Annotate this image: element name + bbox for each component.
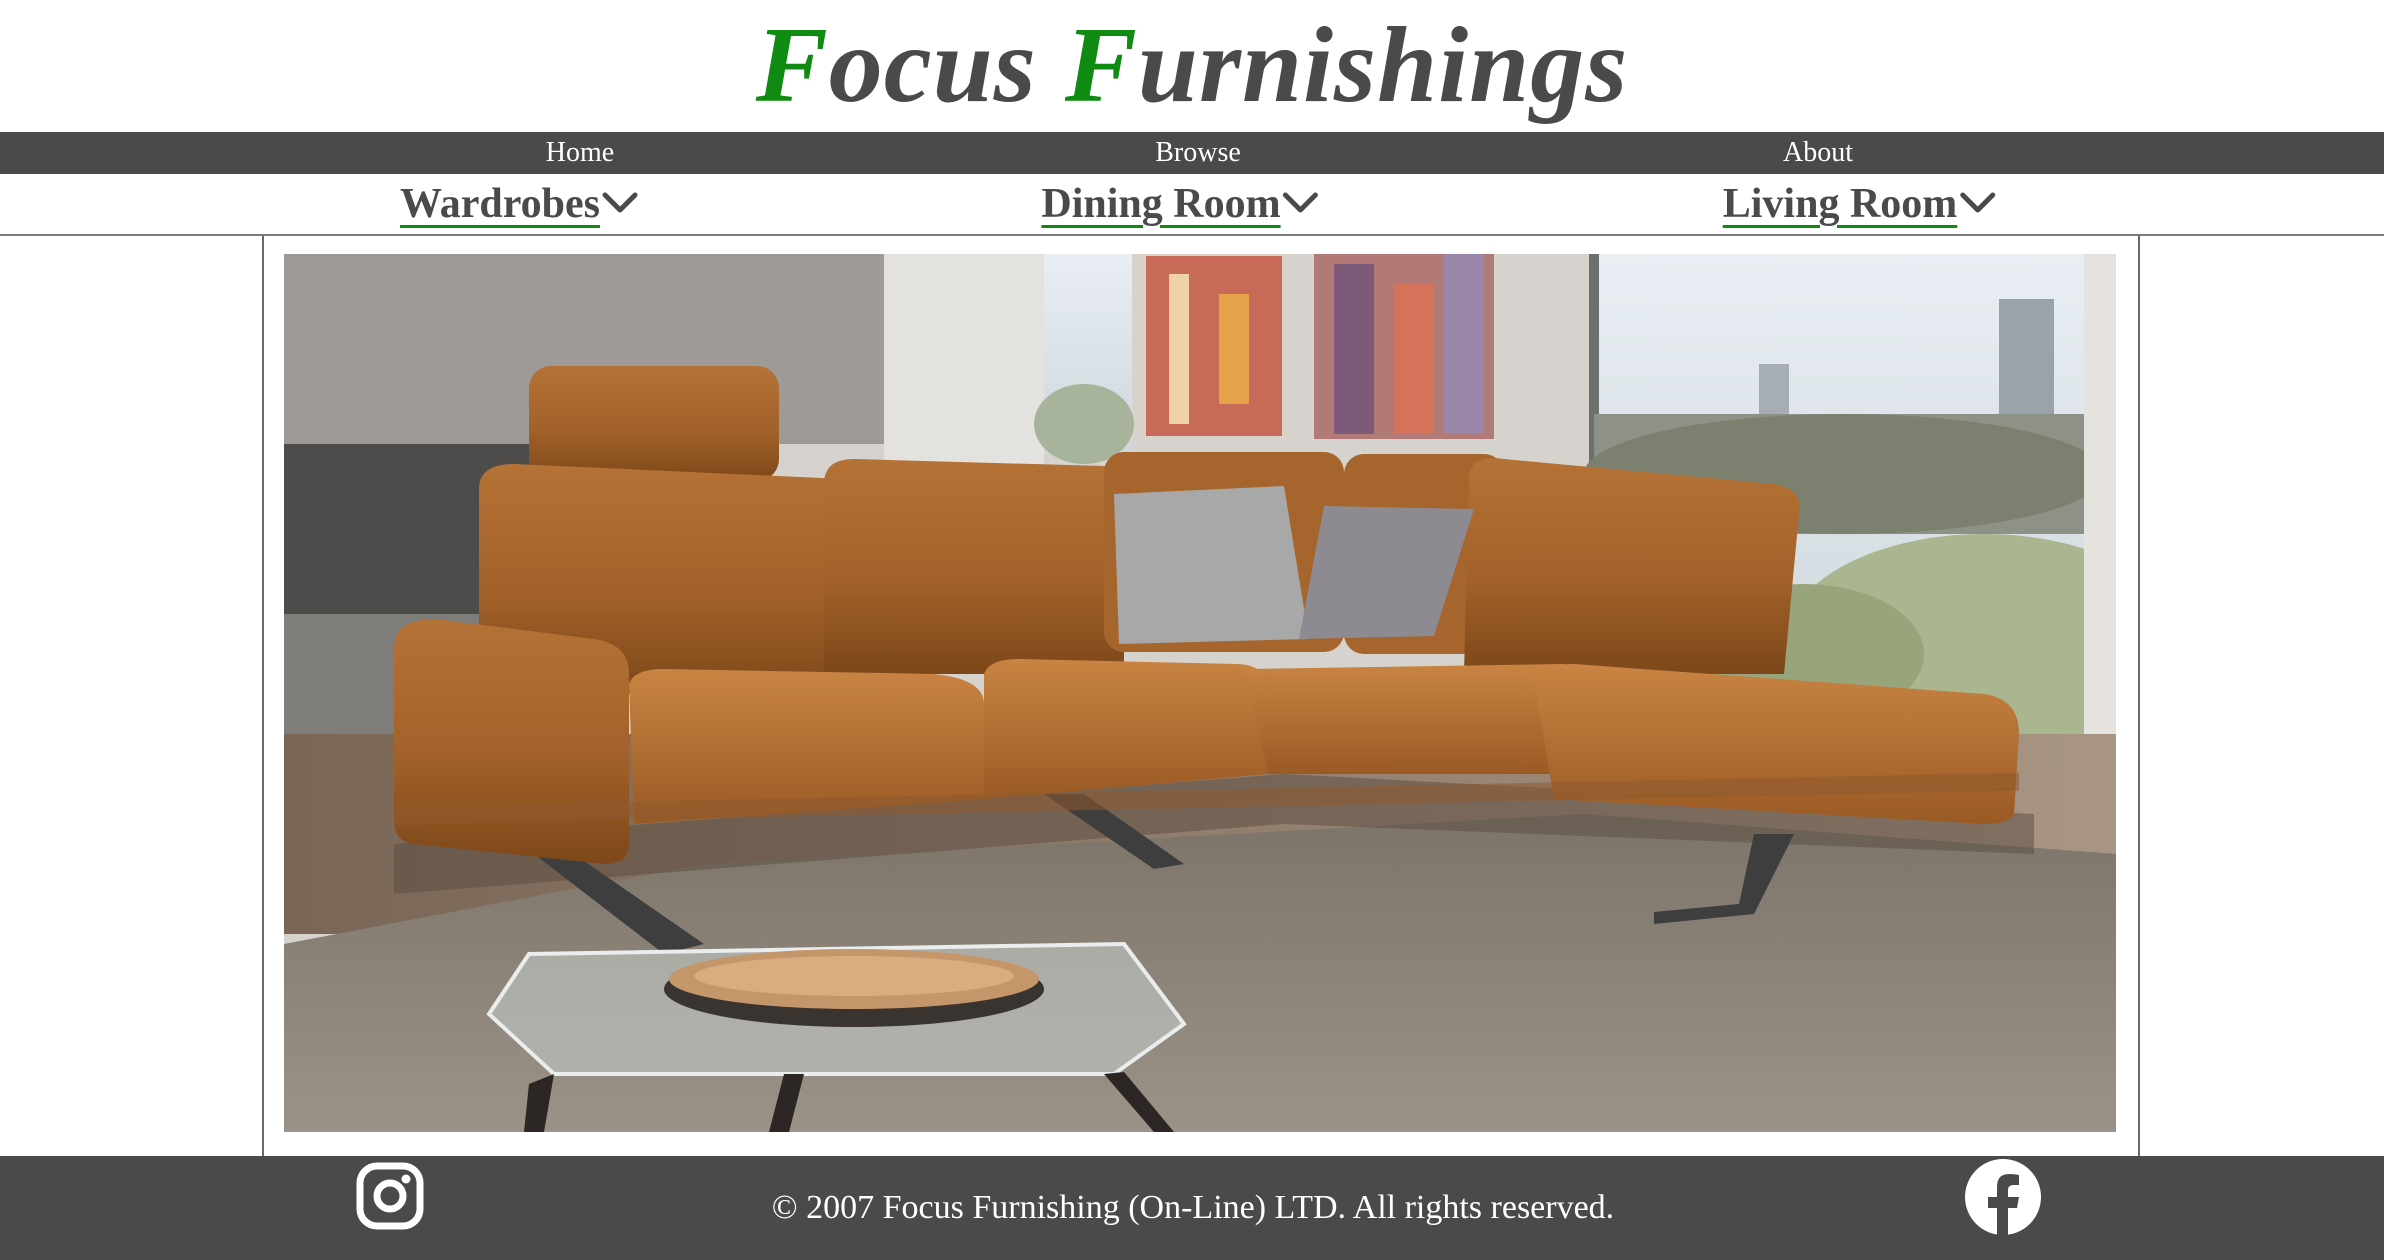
logo-initial-f2: F xyxy=(1064,6,1138,125)
facebook-icon xyxy=(1965,1159,2041,1236)
chevron-down-icon xyxy=(1283,192,1319,213)
logo-text-urnishings: urnishings xyxy=(1137,6,1629,125)
category-living-room-dropdown[interactable]: Living Room xyxy=(1723,174,1996,234)
nav-home-link[interactable]: Home xyxy=(546,132,614,174)
hero-image xyxy=(284,254,2116,1132)
category-bar: Wardrobes Dining Room Living Room xyxy=(0,174,2384,236)
chevron-down-icon xyxy=(1959,192,1995,213)
instagram-icon xyxy=(356,1162,424,1230)
instagram-link[interactable] xyxy=(356,1162,424,1235)
main-content xyxy=(262,236,2140,1156)
site-logo[interactable]: Focus Furnishings xyxy=(0,0,2384,132)
chevron-down-icon xyxy=(602,192,638,213)
facebook-link[interactable] xyxy=(1964,1158,2042,1241)
copyright-text: © 2007 Focus Furnishing (On-Line) LTD. A… xyxy=(771,1189,1615,1226)
nav-about-link[interactable]: About xyxy=(1783,132,1853,174)
main-nav: Home Browse About xyxy=(0,132,2384,174)
nav-browse-link[interactable]: Browse xyxy=(1155,132,1241,174)
category-wardrobes-label: Wardrobes xyxy=(400,181,600,227)
logo-text-ocus: ocus xyxy=(828,6,1065,125)
category-wardrobes-dropdown[interactable]: Wardrobes xyxy=(400,174,638,234)
category-dining-room-dropdown[interactable]: Dining Room xyxy=(1041,174,1319,234)
category-dining-room-label: Dining Room xyxy=(1041,181,1281,227)
site-footer: © 2007 Focus Furnishing (On-Line) LTD. A… xyxy=(0,1156,2384,1260)
site-header: Focus Furnishings xyxy=(0,0,2384,132)
logo-initial-f: F xyxy=(755,6,829,125)
category-living-room-label: Living Room xyxy=(1722,181,1958,227)
